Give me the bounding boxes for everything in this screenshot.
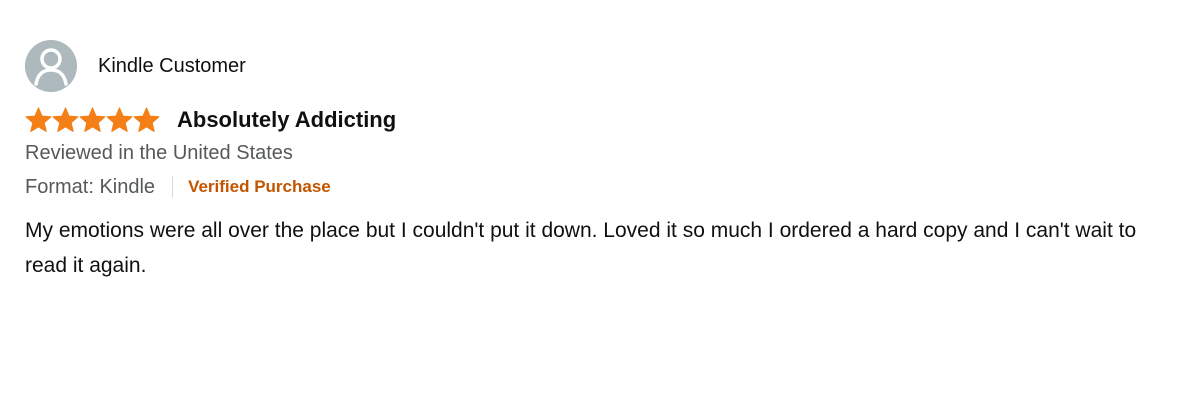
review-card: Kindle Customer Absolutely Addicting Rev… [25, 40, 1175, 283]
verified-purchase-badge: Verified Purchase [188, 177, 331, 196]
star-icon [79, 107, 106, 132]
star-icon [106, 107, 133, 132]
star-icon [52, 107, 79, 132]
rating-row: Absolutely Addicting [25, 105, 1175, 135]
star-icon [133, 107, 160, 132]
reviewer-profile[interactable]: Kindle Customer [25, 40, 1175, 92]
format-row: Format: Kindle Verified Purchase [25, 174, 1175, 200]
format-link[interactable]: Format: Kindle [25, 174, 155, 200]
star-icon [25, 107, 52, 132]
divider [172, 176, 174, 198]
star-rating[interactable] [25, 107, 160, 133]
person-silhouette-icon [25, 40, 77, 92]
reviewer-name[interactable]: Kindle Customer [98, 54, 246, 78]
review-origin: Reviewed in the United States [25, 142, 293, 164]
review-title[interactable]: Absolutely Addicting [177, 106, 396, 134]
review-body: My emotions were all over the place but … [25, 219, 1137, 277]
